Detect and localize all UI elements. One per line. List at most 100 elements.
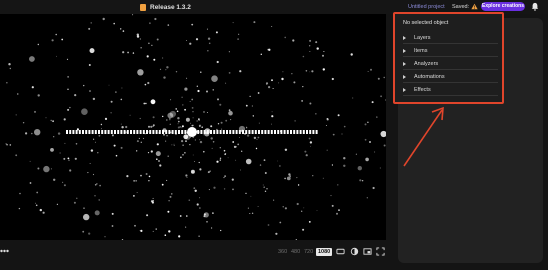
section-automations[interactable]: Automations — [403, 71, 498, 83]
particle — [176, 110, 179, 113]
resolution-720[interactable]: 720 — [304, 248, 313, 256]
particle — [191, 107, 194, 109]
particle — [181, 96, 183, 99]
particle — [83, 207, 85, 209]
theme-toggle-icon[interactable] — [350, 247, 359, 256]
particle — [284, 148, 288, 151]
waveform-bar — [171, 130, 174, 134]
particle — [98, 199, 100, 201]
particle — [310, 145, 311, 147]
particle — [192, 117, 194, 119]
saved-status: Saved: — [452, 4, 470, 10]
particle — [257, 92, 260, 94]
particle — [161, 183, 164, 186]
particle — [206, 28, 208, 30]
waveform-bar — [78, 130, 81, 134]
particle — [383, 76, 385, 79]
waveform-bar — [296, 130, 299, 134]
particle — [302, 86, 304, 88]
particle — [88, 27, 91, 30]
particle — [199, 207, 201, 209]
project-name[interactable]: Untitled project — [408, 2, 445, 12]
bell-icon[interactable] — [531, 2, 539, 11]
particle — [15, 154, 18, 157]
particle — [22, 122, 25, 124]
waveform-bar — [254, 130, 257, 134]
particle — [88, 232, 91, 235]
waveform-bar — [98, 130, 100, 134]
particle — [286, 176, 291, 181]
particle — [224, 175, 227, 178]
section-layers[interactable]: Layers — [403, 32, 498, 44]
waveform-bar — [101, 130, 104, 134]
section-label: Items — [414, 47, 428, 54]
warning-icon — [471, 3, 478, 10]
particle — [83, 84, 85, 87]
aspect-ratio-icon[interactable] — [336, 247, 345, 256]
particle — [224, 153, 227, 155]
particle — [110, 112, 112, 114]
particle — [203, 212, 209, 218]
section-effects[interactable]: Effects — [403, 84, 498, 96]
particle — [255, 147, 258, 150]
particle — [220, 229, 222, 232]
viewer-controls: 360 480 720 1080 — [0, 240, 386, 270]
release-version[interactable]: Release 1.3.2 — [140, 2, 191, 12]
particle-visualization — [5, 14, 386, 240]
particle — [361, 180, 364, 182]
particle — [35, 202, 36, 204]
picture-in-picture-icon[interactable] — [363, 247, 372, 256]
resolution-1080[interactable]: 1080 — [316, 248, 333, 256]
particle — [180, 156, 182, 159]
particle — [147, 81, 150, 85]
section-items[interactable]: Items — [403, 45, 498, 57]
particle — [190, 122, 192, 124]
particle — [196, 203, 199, 206]
particle — [39, 208, 42, 212]
particle — [62, 181, 64, 183]
particle — [115, 154, 118, 157]
fullscreen-icon[interactable] — [376, 247, 385, 256]
resolution-480[interactable]: 480 — [291, 248, 300, 256]
particle — [148, 125, 150, 128]
particle — [385, 99, 386, 101]
waveform-bar — [222, 130, 225, 134]
section-label: Analyzers — [414, 60, 439, 67]
waveform-bar — [264, 130, 267, 134]
particle — [92, 97, 96, 101]
particle — [138, 137, 140, 139]
particle — [267, 224, 270, 226]
particle — [82, 230, 85, 233]
particle — [230, 119, 232, 121]
particle — [281, 77, 284, 81]
particle — [293, 81, 296, 84]
section-analyzers[interactable]: Analyzers — [403, 58, 498, 70]
waveform-bar — [72, 130, 75, 134]
particle — [113, 144, 116, 147]
particle — [308, 221, 311, 223]
particle — [89, 163, 91, 165]
particle — [282, 206, 284, 208]
more-icon[interactable] — [0, 249, 9, 253]
expand-caret-icon — [403, 74, 406, 79]
particle — [19, 192, 21, 195]
particle — [151, 201, 154, 204]
particle — [301, 100, 303, 102]
resolution-360[interactable]: 360 — [278, 248, 287, 256]
particle — [322, 68, 325, 71]
particle — [179, 126, 182, 128]
section-label: Effects — [414, 86, 431, 93]
particle — [272, 88, 274, 89]
particle — [245, 158, 252, 165]
explore-creations-button[interactable]: Explore creations — [481, 2, 525, 11]
particle — [304, 150, 307, 153]
particle — [289, 175, 291, 177]
particle — [330, 195, 332, 197]
waveform-bar — [165, 130, 168, 134]
particle — [165, 140, 167, 142]
particle — [127, 51, 129, 54]
no-selection-label: No selected object — [403, 20, 449, 26]
particle — [216, 160, 219, 163]
particle — [366, 197, 368, 199]
visualizer-canvas[interactable] — [0, 14, 386, 240]
